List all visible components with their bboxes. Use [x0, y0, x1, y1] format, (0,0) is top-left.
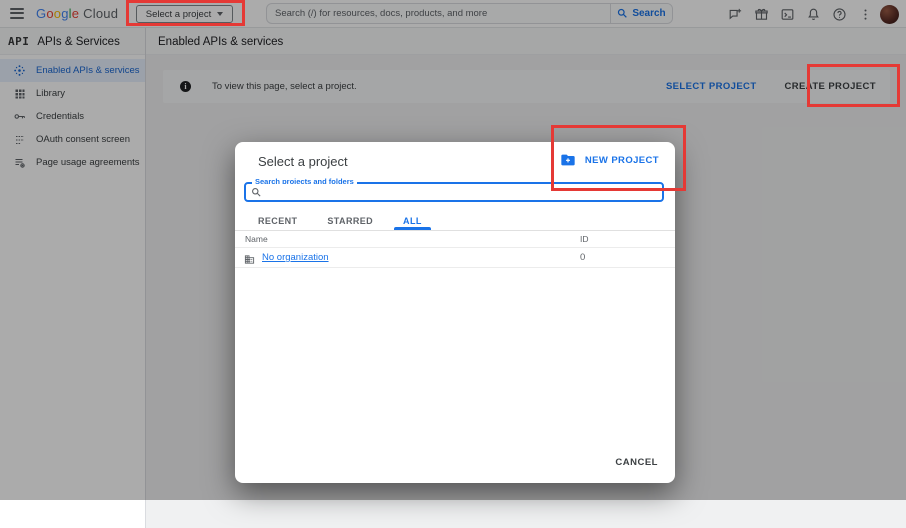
column-header-id: ID: [580, 234, 589, 244]
project-link-no-organization[interactable]: No organization: [262, 252, 329, 263]
tab-starred[interactable]: STARRED: [312, 212, 388, 229]
new-project-label: NEW PROJECT: [584, 154, 659, 166]
project-id: 0: [580, 252, 586, 263]
row-divider: [235, 267, 675, 268]
tab-all[interactable]: ALL: [388, 212, 437, 230]
google-cloud-console: API APIs & Services Enabled APIs & servi…: [0, 0, 906, 528]
new-project-button[interactable]: NEW PROJECT: [560, 152, 659, 168]
project-search-input[interactable]: [266, 184, 656, 200]
project-search-field: Search projects and folders: [244, 177, 664, 202]
column-header-name: Name: [245, 234, 268, 244]
dialog-title: Select a project: [258, 154, 348, 169]
tabs-divider: [235, 230, 675, 231]
dialog-tabs: RECENT STARRED ALL: [243, 212, 437, 230]
new-folder-icon: [561, 154, 575, 166]
table-row[interactable]: No organization 0: [235, 248, 675, 267]
select-project-dialog: Select a project NEW PROJECT Search proj…: [235, 142, 675, 483]
search-icon: [252, 188, 261, 197]
cancel-button[interactable]: CANCEL: [615, 457, 658, 468]
tab-recent[interactable]: RECENT: [243, 212, 312, 229]
